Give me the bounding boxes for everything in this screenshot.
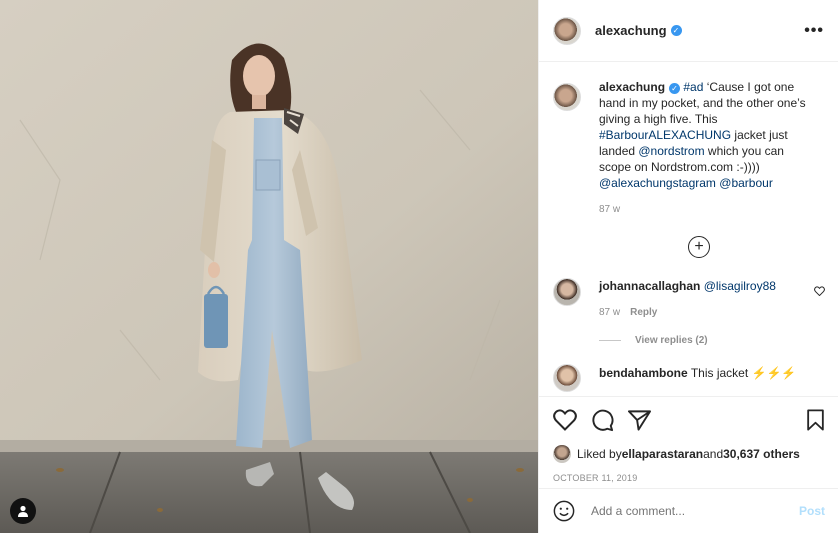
caption-body: alexachung ✓ #ad ‘Cause I got one hand in… — [599, 79, 809, 218]
view-replies-button[interactable]: View replies (2) — [599, 335, 825, 346]
author-avatar[interactable] — [553, 16, 581, 45]
bookmark-icon[interactable] — [806, 409, 825, 431]
photo-illustration — [0, 0, 538, 533]
load-more-comments[interactable]: + — [553, 236, 825, 258]
verified-badge-icon: ✓ — [670, 25, 682, 36]
more-options-icon[interactable]: ••• — [804, 22, 824, 40]
comments-section[interactable]: alexachung ✓ #ad ‘Cause I got one hand in… — [539, 63, 838, 396]
post-photo[interactable] — [0, 0, 538, 533]
hashtag-ad[interactable]: #ad — [683, 80, 703, 94]
commenter-username[interactable]: johannacallaghan — [599, 279, 700, 293]
comment-item: bendahambone This jacket ⚡⚡⚡ — [553, 364, 825, 392]
paper-plane-icon[interactable] — [628, 409, 651, 431]
comment-text: This jacket ⚡⚡⚡ — [690, 366, 797, 380]
comment-icon[interactable] — [591, 409, 614, 432]
comment-mention[interactable]: @lisagilroy88 — [704, 279, 776, 293]
likes-prefix: Liked by — [577, 447, 622, 461]
likes-middle: and — [703, 447, 724, 461]
post-header: alexachung ✓ ••• — [539, 0, 838, 62]
commenter-username[interactable]: bendahambone — [599, 366, 688, 380]
caption-avatar[interactable] — [553, 83, 581, 111]
comment-body: bendahambone This jacket ⚡⚡⚡ — [599, 366, 796, 392]
post-button[interactable]: Post — [799, 504, 825, 518]
mention-barbour[interactable]: @barbour — [719, 176, 773, 190]
comment-item: johannacallaghan @lisagilroy88 87 w Reply — [553, 278, 825, 321]
comment-time: 87 w — [599, 307, 621, 318]
reply-button[interactable]: Reply — [630, 307, 657, 318]
hashtag-barbouralexachung[interactable]: #BarbourALEXACHUNG — [599, 128, 731, 142]
comment-body: johannacallaghan @lisagilroy88 87 w Reply — [599, 278, 809, 321]
instagram-post-view: alexachung ✓ ••• alexachung ✓ #ad ‘Cause … — [0, 0, 838, 533]
comment-input[interactable] — [589, 503, 799, 519]
tagged-user-icon[interactable] — [10, 498, 36, 524]
smiley-icon[interactable] — [553, 500, 575, 522]
mention-nordstrom[interactable]: @nordstrom — [638, 144, 704, 158]
plus-circle-icon[interactable]: + — [688, 236, 710, 258]
view-replies-label: View replies (2) — [635, 335, 708, 346]
liker-username[interactable]: ellaparastaran — [622, 447, 703, 461]
person-icon — [18, 505, 28, 517]
caption: alexachung ✓ #ad ‘Cause I got one hand in… — [553, 79, 825, 218]
divider — [599, 340, 621, 341]
comment-meta: 87 w Reply — [599, 305, 809, 321]
add-comment-bar: Post — [539, 488, 838, 533]
likes-count[interactable]: 30,637 others — [723, 447, 800, 461]
commenter-avatar[interactable] — [553, 364, 581, 392]
liker-avatar[interactable] — [553, 445, 571, 463]
post-actions: Liked by ellaparastaran and 30,637 other… — [539, 396, 838, 483]
action-bar — [553, 407, 825, 433]
caption-time: 87 w — [599, 204, 621, 215]
commenter-avatar[interactable] — [553, 278, 581, 306]
verified-badge-icon: ✓ — [669, 83, 681, 94]
post-side-panel: alexachung ✓ ••• alexachung ✓ #ad ‘Cause … — [538, 0, 838, 533]
caption-username[interactable]: alexachung — [599, 80, 665, 94]
comment-like-heart-icon[interactable] — [814, 286, 825, 296]
author-username[interactable]: alexachung — [595, 23, 667, 38]
post-date[interactable]: OCTOBER 11, 2019 — [553, 473, 825, 483]
likes-summary: Liked by ellaparastaran and 30,637 other… — [553, 445, 825, 463]
heart-icon[interactable] — [553, 409, 577, 431]
mention-alexachungstagram[interactable]: @alexachungstagram — [599, 176, 716, 190]
